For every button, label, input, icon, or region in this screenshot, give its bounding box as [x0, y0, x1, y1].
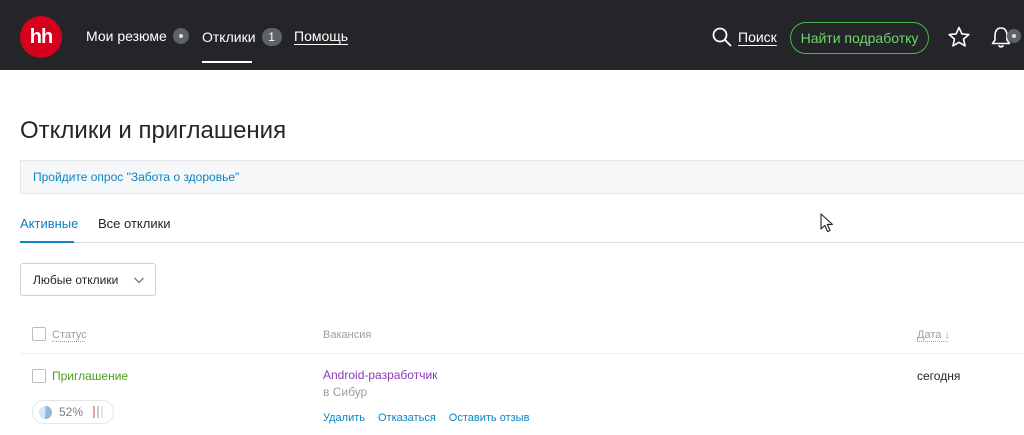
tab-all-responses[interactable]: Все отклики [98, 216, 171, 231]
search-link[interactable]: Поиск [712, 27, 777, 47]
response-date: сегодня [917, 369, 961, 383]
delete-response-link[interactable]: Удалить [323, 412, 365, 424]
search-label: Поиск [738, 29, 777, 45]
responses-tabs: Активные Все отклики [20, 200, 1024, 243]
vacancy-link[interactable]: Android-разработчик [323, 368, 437, 382]
progress-pie-icon [39, 405, 52, 419]
find-side-job-button[interactable]: Найти подработку [790, 22, 929, 54]
table-header-divider [20, 353, 1024, 354]
resume-status-dot-icon [172, 28, 189, 44]
mouse-cursor-icon [820, 213, 833, 233]
nav-my-resumes[interactable]: Мои резюме [86, 28, 189, 44]
survey-banner: Пройдите опрос "Забота о здоровье" [20, 160, 1024, 194]
response-status: Приглашение [52, 369, 129, 383]
nav-help[interactable]: Помощь [294, 28, 348, 44]
star-icon [948, 26, 970, 47]
survey-link[interactable]: Пройдите опрос "Забота о здоровье" [33, 170, 239, 184]
tab-active-indicator [20, 241, 74, 243]
responses-filter-select[interactable]: Любые отклики [20, 263, 156, 296]
nav-responses[interactable]: Отклики 1 [202, 28, 282, 46]
select-all-checkbox[interactable] [32, 327, 46, 341]
page-title: Отклики и приглашения [20, 117, 287, 144]
column-header-date[interactable]: Дата ↓ [917, 329, 950, 341]
row-checkbox[interactable] [32, 369, 46, 383]
column-header-status[interactable]: Статус [52, 329, 87, 341]
responses-count-badge: 1 [261, 28, 282, 46]
decline-link[interactable]: Отказаться [378, 412, 436, 424]
notification-dot-icon [1007, 29, 1021, 43]
column-header-vacancy: Вакансия [323, 329, 372, 341]
row-actions: Удалить Отказаться Оставить отзыв [323, 412, 529, 424]
progress-pie-slice [44, 405, 52, 419]
progress-percent: 52% [59, 405, 84, 419]
nav-responses-label: Отклики [202, 29, 256, 45]
progress-bars-icon [93, 406, 104, 418]
tab-active-responses[interactable]: Активные [20, 216, 78, 231]
leave-review-link[interactable]: Оставить отзыв [449, 412, 530, 424]
filter-selected-value: Любые отклики [33, 272, 119, 287]
favorites-button[interactable] [946, 24, 972, 50]
search-icon [712, 27, 732, 47]
employer-name: в Сибур [323, 385, 368, 399]
response-progress-indicator: 52% [32, 400, 114, 424]
hh-logo[interactable]: hh [20, 16, 62, 58]
nav-my-resumes-label: Мои резюме [86, 28, 167, 44]
top-navigation-bar: hh Мои резюме Отклики 1 Помощь Поиск Най… [0, 0, 1024, 70]
chevron-down-icon [134, 277, 144, 284]
nav-active-indicator [202, 61, 252, 63]
